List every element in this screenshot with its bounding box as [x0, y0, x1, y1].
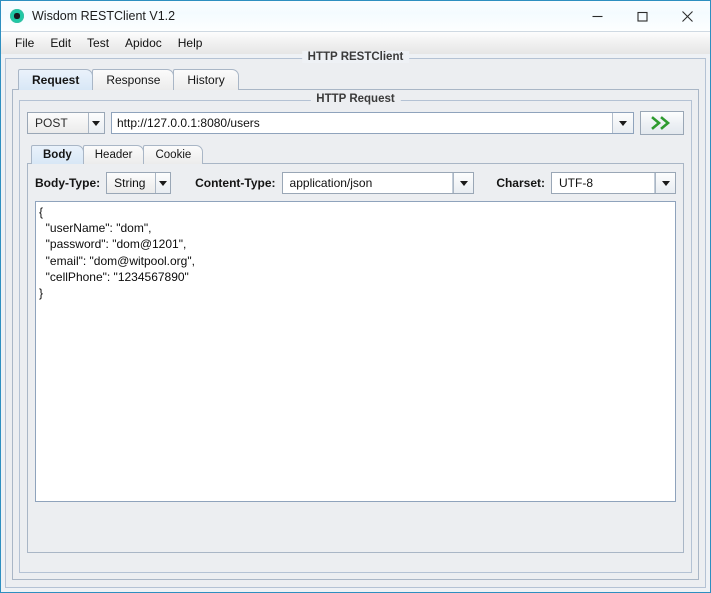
body-type-select[interactable]: String [106, 172, 172, 194]
menu-item-edit[interactable]: Edit [43, 34, 80, 53]
body-tab-panel: Body-Type: String Content-Type: applicat… [27, 163, 684, 553]
tab-cookie[interactable]: Cookie [143, 145, 204, 164]
body-editor-text: { "userName": "dom", "password": "dom@12… [39, 205, 195, 301]
tab-request[interactable]: Request [18, 69, 94, 90]
double-chevron-right-icon [651, 116, 671, 130]
minimize-button[interactable] [575, 1, 620, 31]
content-type-chevron-down-icon[interactable] [453, 173, 474, 193]
tab-header[interactable]: Header [82, 145, 145, 164]
tab-history[interactable]: History [173, 69, 239, 90]
title-bar: Wisdom RESTClient V1.2 [1, 1, 710, 32]
menu-item-file[interactable]: File [8, 34, 43, 53]
send-button[interactable] [640, 111, 684, 135]
maximize-button[interactable] [620, 1, 665, 31]
minimize-icon [592, 15, 603, 17]
method-select-value: POST [28, 113, 88, 133]
charset-select[interactable]: UTF-8 [551, 172, 676, 194]
tab-body[interactable]: Body [31, 145, 84, 164]
app-window: Wisdom RESTClient V1.2 File Edit Test Ap… [0, 0, 711, 593]
menu-item-help[interactable]: Help [171, 34, 212, 53]
http-request-group: HTTP Request POST http://127.0.0.1:8080/… [19, 93, 692, 573]
http-request-group-title: HTTP Request [310, 93, 401, 105]
close-icon [682, 10, 693, 22]
request-line-row: POST http://127.0.0.1:8080/users [27, 111, 684, 135]
content-type-label: Content-Type: [195, 176, 276, 190]
http-restclient-panel-title: HTTP RESTClient [301, 51, 410, 63]
charset-select-value: UTF-8 [552, 173, 655, 193]
method-select[interactable]: POST [27, 112, 105, 134]
request-sub-tab-strip: Body Header Cookie [31, 143, 684, 164]
content-type-select-value: application/json [282, 173, 454, 193]
window-controls [575, 1, 710, 31]
body-options-row: Body-Type: String Content-Type: applicat… [35, 172, 676, 194]
app-eye-icon [10, 9, 24, 23]
http-restclient-panel: HTTP RESTClient Request Response History… [5, 51, 706, 588]
maximize-icon [637, 11, 648, 22]
tab-response[interactable]: Response [92, 69, 175, 90]
charset-chevron-down-icon[interactable] [655, 173, 675, 193]
url-input[interactable]: http://127.0.0.1:8080/users [111, 112, 634, 134]
charset-label: Charset: [496, 176, 545, 190]
body-type-label: Body-Type: [35, 176, 101, 190]
body-editor[interactable]: { "userName": "dom", "password": "dom@12… [35, 201, 676, 502]
menu-item-apidoc[interactable]: Apidoc [118, 34, 171, 53]
url-history-chevron-down-icon[interactable] [612, 113, 633, 133]
body-type-chevron-down-icon[interactable] [154, 173, 171, 193]
url-input-value: http://127.0.0.1:8080/users [117, 116, 260, 130]
menu-item-test[interactable]: Test [80, 34, 118, 53]
content-area: HTTP RESTClient Request Response History… [1, 51, 710, 592]
close-button[interactable] [665, 1, 710, 31]
request-tab-panel: HTTP Request POST http://127.0.0.1:8080/… [12, 89, 699, 580]
method-select-chevron-down-icon[interactable] [87, 113, 104, 133]
main-tab-strip: Request Response History [18, 69, 699, 90]
content-type-select[interactable]: application/json [281, 172, 475, 194]
body-type-select-value: String [107, 173, 155, 193]
window-title: Wisdom RESTClient V1.2 [32, 9, 176, 23]
